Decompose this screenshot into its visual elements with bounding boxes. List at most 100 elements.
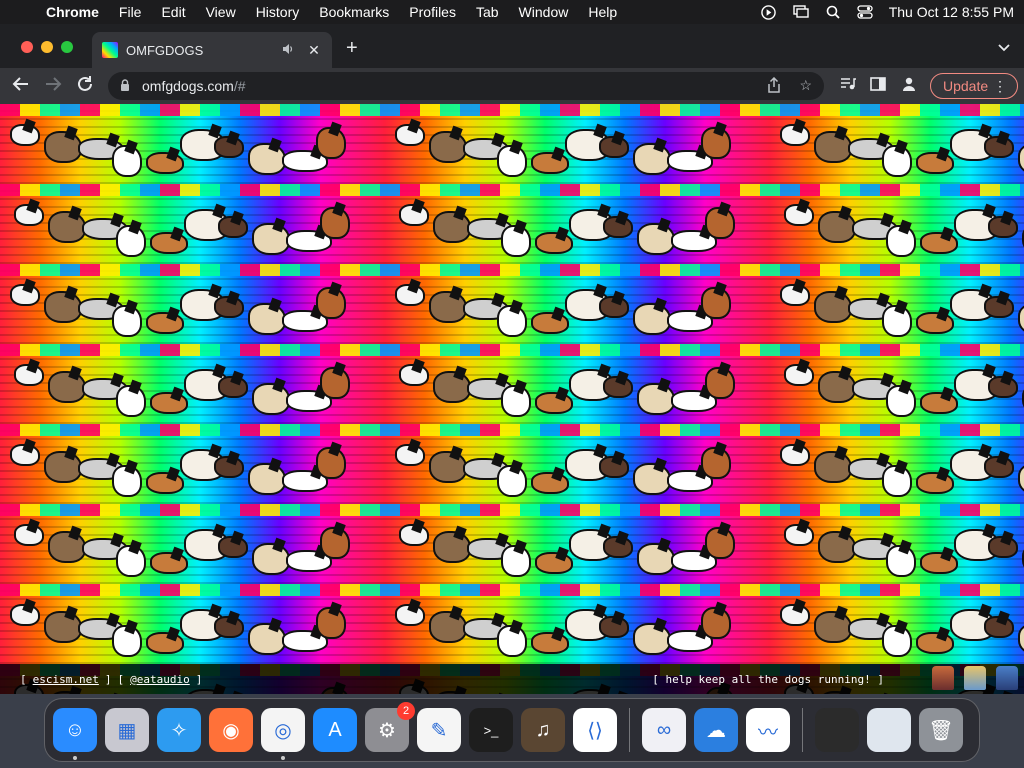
menu-profiles[interactable]: Profiles: [409, 4, 456, 20]
dog-sprite-icon: [705, 521, 735, 559]
dog-sprite-icon: [637, 537, 675, 575]
dog-ear: [894, 619, 908, 635]
terminal-icon[interactable]: >_: [469, 708, 513, 752]
search-icon[interactable]: [825, 5, 841, 19]
dog-sprite-icon: [501, 379, 531, 417]
lock-icon[interactable]: [120, 78, 134, 94]
dog-sprite-icon: [886, 379, 916, 417]
escism-link[interactable]: escism.net: [33, 673, 99, 686]
url-host: omfgdogs.com: [142, 78, 234, 94]
play-circle-icon[interactable]: [761, 4, 777, 20]
browser-toolbar: omfgdogs.com/# ☆ Update ⋮: [0, 68, 1024, 104]
dog-sprite-icon: [248, 457, 286, 495]
media-controls-icon[interactable]: [838, 76, 858, 96]
dog-ear: [68, 205, 82, 221]
dog-ear: [106, 132, 120, 148]
dog-sprite-icon: [818, 365, 856, 403]
launchpad-icon[interactable]: ▦: [105, 708, 149, 752]
dog-ear: [555, 226, 569, 242]
minimize-window-button[interactable]: [41, 41, 53, 53]
dog-sprite-icon: [48, 525, 86, 563]
dog-ear: [1000, 370, 1014, 386]
close-tab-icon[interactable]: ✕: [306, 42, 322, 59]
close-window-button[interactable]: [21, 41, 33, 53]
bookmark-star-icon[interactable]: ☆: [799, 77, 812, 96]
firefox-icon[interactable]: ◉: [209, 708, 253, 752]
dog-ear: [551, 306, 565, 322]
forward-icon[interactable]: [42, 75, 64, 97]
dog-ear: [996, 290, 1010, 306]
profile-icon[interactable]: [899, 76, 919, 96]
dog-ear: [717, 201, 731, 217]
reload-icon[interactable]: [74, 75, 96, 97]
chrome-icon[interactable]: ◎: [261, 708, 305, 760]
dog-sprite-icon: [633, 297, 671, 335]
dog-ear: [449, 605, 463, 621]
audio-playing-icon[interactable]: [282, 43, 296, 58]
dog-sprite-icon: [984, 130, 1014, 158]
dog-ear: [22, 118, 36, 134]
dog-sprite-icon: [916, 466, 954, 494]
dog-sprite-icon: [701, 281, 731, 319]
update-button[interactable]: Update ⋮: [930, 73, 1018, 99]
dog-sprite-icon: [112, 299, 142, 337]
more-options-icon[interactable]: ⋮: [993, 78, 1007, 95]
share-icon[interactable]: [767, 76, 781, 96]
eataudio-link[interactable]: @eataudio: [130, 673, 190, 686]
menu-file[interactable]: File: [119, 4, 142, 20]
menu-tab[interactable]: Tab: [476, 4, 499, 20]
menu-app-name[interactable]: Chrome: [46, 4, 99, 20]
dog-ear: [936, 466, 950, 482]
dog-sprite-icon: [637, 217, 675, 255]
weather-icon[interactable]: ☁: [694, 708, 738, 752]
vscode-icon[interactable]: ⟨⟩: [573, 708, 617, 752]
menu-history[interactable]: History: [256, 4, 300, 20]
fox-sprite-icon[interactable]: [932, 666, 954, 690]
downloads-stack-icon[interactable]: [867, 708, 911, 752]
tab-omfgdogs[interactable]: OMFGDOGS ✕: [92, 32, 332, 68]
minimized-window-icon[interactable]: [815, 708, 859, 752]
dog-sprite-icon: [599, 130, 629, 158]
dog-ear: [411, 198, 425, 214]
garageband-icon[interactable]: ♫: [521, 708, 565, 752]
settings-icon[interactable]: ⚙ 2: [365, 702, 415, 752]
menu-window[interactable]: Window: [519, 4, 569, 20]
footer-bracket: [: [117, 672, 125, 686]
dog-ear: [713, 121, 727, 137]
safari-icon[interactable]: ✧: [157, 708, 201, 752]
page-footer: [ escism.net ] [ @eataudio ] [ help keep…: [0, 664, 1024, 694]
menu-help[interactable]: Help: [588, 4, 617, 20]
robot-sprite-icon[interactable]: [996, 666, 1018, 690]
dog-sprite-icon: [10, 118, 40, 146]
side-panel-icon[interactable]: [868, 76, 888, 96]
running-dogs: [385, 590, 745, 660]
zoom-window-button[interactable]: [61, 41, 73, 53]
freeform-icon[interactable]: 〰: [746, 708, 790, 752]
app-store-icon[interactable]: A: [313, 708, 357, 752]
control-center-icon[interactable]: [857, 5, 873, 19]
new-tab-icon[interactable]: +: [346, 38, 358, 58]
visual-studio-icon[interactable]: ∞: [642, 708, 686, 752]
finder-icon[interactable]: ☺: [53, 708, 97, 760]
menu-clock[interactable]: Thu Oct 12 8:55 PM: [889, 4, 1014, 20]
dog-ear: [936, 146, 950, 162]
running-dogs: [774, 190, 1024, 260]
menu-bookmarks[interactable]: Bookmarks: [319, 4, 389, 20]
menu-view[interactable]: View: [206, 4, 236, 20]
menu-edit[interactable]: Edit: [161, 4, 185, 20]
dog-ear: [1000, 530, 1014, 546]
dog-sprite-icon: [214, 610, 244, 638]
dog-sprite-icon: [705, 201, 735, 239]
chevron-down-icon[interactable]: [998, 41, 1010, 55]
wizard-sprite-icon[interactable]: [964, 666, 986, 690]
dog-ear: [894, 299, 908, 315]
dog-ear: [449, 125, 463, 141]
back-icon[interactable]: [10, 75, 32, 97]
notification-badge: 2: [397, 702, 415, 720]
dog-ear: [230, 530, 244, 546]
address-bar[interactable]: omfgdogs.com/# ☆: [108, 72, 824, 100]
textedit-icon[interactable]: ✎: [417, 708, 461, 752]
trash-icon[interactable]: 🗑: [919, 708, 963, 752]
dog-sprite-icon: [701, 601, 731, 639]
screen-mirror-icon[interactable]: [793, 5, 809, 19]
